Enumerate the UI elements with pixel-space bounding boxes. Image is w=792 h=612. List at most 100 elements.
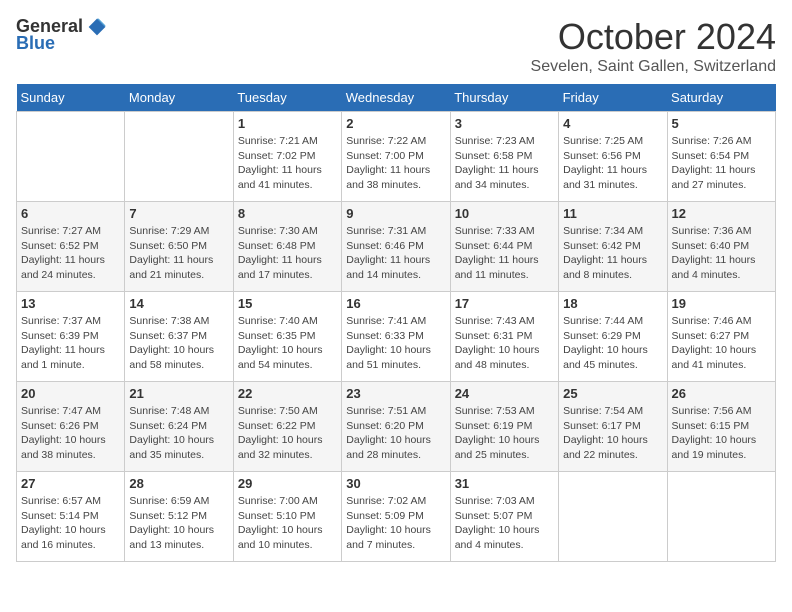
day-number: 13 — [21, 296, 120, 311]
day-info: Sunrise: 7:53 AMSunset: 6:19 PMDaylight:… — [455, 404, 554, 463]
day-info: Sunrise: 7:38 AMSunset: 6:37 PMDaylight:… — [129, 314, 228, 373]
day-info: Sunrise: 7:30 AMSunset: 6:48 PMDaylight:… — [238, 224, 337, 283]
calendar-cell: 25 Sunrise: 7:54 AMSunset: 6:17 PMDayligh… — [559, 382, 667, 472]
calendar-cell: 10 Sunrise: 7:33 AMSunset: 6:44 PMDayligh… — [450, 202, 558, 292]
calendar-header-wednesday: Wednesday — [342, 84, 450, 112]
day-info: Sunrise: 7:21 AMSunset: 7:02 PMDaylight:… — [238, 134, 337, 193]
day-info: Sunrise: 7:47 AMSunset: 6:26 PMDaylight:… — [21, 404, 120, 463]
calendar-cell: 17 Sunrise: 7:43 AMSunset: 6:31 PMDayligh… — [450, 292, 558, 382]
calendar-header-sunday: Sunday — [17, 84, 125, 112]
day-info: Sunrise: 7:29 AMSunset: 6:50 PMDaylight:… — [129, 224, 228, 283]
calendar-cell: 8 Sunrise: 7:30 AMSunset: 6:48 PMDaylight… — [233, 202, 341, 292]
day-info: Sunrise: 7:37 AMSunset: 6:39 PMDaylight:… — [21, 314, 120, 373]
calendar-cell: 1 Sunrise: 7:21 AMSunset: 7:02 PMDaylight… — [233, 112, 341, 202]
day-number: 28 — [129, 476, 228, 491]
day-info: Sunrise: 7:34 AMSunset: 6:42 PMDaylight:… — [563, 224, 662, 283]
calendar-week-4: 20 Sunrise: 7:47 AMSunset: 6:26 PMDayligh… — [17, 382, 776, 472]
day-info: Sunrise: 7:26 AMSunset: 6:54 PMDaylight:… — [672, 134, 771, 193]
calendar-cell: 22 Sunrise: 7:50 AMSunset: 6:22 PMDayligh… — [233, 382, 341, 472]
calendar-cell: 30Sunrise: 7:02 AMSunset: 5:09 PMDayligh… — [342, 472, 450, 562]
day-info: Sunrise: 7:23 AMSunset: 6:58 PMDaylight:… — [455, 134, 554, 193]
calendar-cell: 26 Sunrise: 7:56 AMSunset: 6:15 PMDayligh… — [667, 382, 775, 472]
day-number: 29 — [238, 476, 337, 491]
day-info: Sunrise: 7:27 AMSunset: 6:52 PMDaylight:… — [21, 224, 120, 283]
day-number: 1 — [238, 116, 337, 131]
day-info: Sunrise: 7:03 AMSunset: 5:07 PMDaylight:… — [455, 494, 554, 553]
day-number: 5 — [672, 116, 771, 131]
day-number: 30 — [346, 476, 445, 491]
day-number: 14 — [129, 296, 228, 311]
calendar-cell: 28 Sunrise: 6:59 AMSunset: 5:12 PMDayligh… — [125, 472, 233, 562]
title-section: October 2024 Sevelen, Saint Gallen, Swit… — [531, 16, 776, 76]
calendar-cell — [125, 112, 233, 202]
calendar-table: SundayMondayTuesdayWednesdayThursdayFrid… — [16, 84, 776, 562]
day-info: Sunrise: 7:33 AMSunset: 6:44 PMDaylight:… — [455, 224, 554, 283]
day-info: Sunrise: 7:31 AMSunset: 6:46 PMDaylight:… — [346, 224, 445, 283]
logo-icon — [87, 17, 107, 37]
calendar-header-monday: Monday — [125, 84, 233, 112]
calendar-cell: 5 Sunrise: 7:26 AMSunset: 6:54 PMDaylight… — [667, 112, 775, 202]
day-number: 11 — [563, 206, 662, 221]
calendar-cell: 11 Sunrise: 7:34 AMSunset: 6:42 PMDayligh… — [559, 202, 667, 292]
calendar-header-row: SundayMondayTuesdayWednesdayThursdayFrid… — [17, 84, 776, 112]
day-number: 27 — [21, 476, 120, 491]
day-number: 18 — [563, 296, 662, 311]
day-info: Sunrise: 7:22 AMSunset: 7:00 PMDaylight:… — [346, 134, 445, 193]
day-info: Sunrise: 7:43 AMSunset: 6:31 PMDaylight:… — [455, 314, 554, 373]
day-number: 6 — [21, 206, 120, 221]
day-info: Sunrise: 7:40 AMSunset: 6:35 PMDaylight:… — [238, 314, 337, 373]
calendar-week-3: 13 Sunrise: 7:37 AMSunset: 6:39 PMDayligh… — [17, 292, 776, 382]
day-info: Sunrise: 7:46 AMSunset: 6:27 PMDaylight:… — [672, 314, 771, 373]
calendar-cell: 4Sunrise: 7:25 AMSunset: 6:56 PMDaylight… — [559, 112, 667, 202]
day-number: 2 — [346, 116, 445, 131]
calendar-cell: 20 Sunrise: 7:47 AMSunset: 6:26 PMDayligh… — [17, 382, 125, 472]
day-number: 15 — [238, 296, 337, 311]
day-info: Sunrise: 7:36 AMSunset: 6:40 PMDaylight:… — [672, 224, 771, 283]
calendar-cell: 18Sunrise: 7:44 AMSunset: 6:29 PMDayligh… — [559, 292, 667, 382]
calendar-cell: 24 Sunrise: 7:53 AMSunset: 6:19 PMDayligh… — [450, 382, 558, 472]
day-info: Sunrise: 7:54 AMSunset: 6:17 PMDaylight:… — [563, 404, 662, 463]
day-info: Sunrise: 7:51 AMSunset: 6:20 PMDaylight:… — [346, 404, 445, 463]
calendar-cell — [17, 112, 125, 202]
calendar-cell: 9 Sunrise: 7:31 AMSunset: 6:46 PMDaylight… — [342, 202, 450, 292]
day-number: 24 — [455, 386, 554, 401]
day-number: 17 — [455, 296, 554, 311]
calendar-cell: 13 Sunrise: 7:37 AMSunset: 6:39 PMDayligh… — [17, 292, 125, 382]
day-number: 3 — [455, 116, 554, 131]
day-number: 25 — [563, 386, 662, 401]
day-number: 31 — [455, 476, 554, 491]
day-number: 9 — [346, 206, 445, 221]
calendar-cell: 12Sunrise: 7:36 AMSunset: 6:40 PMDayligh… — [667, 202, 775, 292]
calendar-cell: 31 Sunrise: 7:03 AMSunset: 5:07 PMDayligh… — [450, 472, 558, 562]
calendar-week-5: 27Sunrise: 6:57 AMSunset: 5:14 PMDayligh… — [17, 472, 776, 562]
day-info: Sunrise: 7:56 AMSunset: 6:15 PMDaylight:… — [672, 404, 771, 463]
day-number: 23 — [346, 386, 445, 401]
day-number: 10 — [455, 206, 554, 221]
calendar-cell — [559, 472, 667, 562]
day-number: 26 — [672, 386, 771, 401]
calendar-cell: 14 Sunrise: 7:38 AMSunset: 6:37 PMDayligh… — [125, 292, 233, 382]
day-info: Sunrise: 7:41 AMSunset: 6:33 PMDaylight:… — [346, 314, 445, 373]
calendar-week-2: 6 Sunrise: 7:27 AMSunset: 6:52 PMDaylight… — [17, 202, 776, 292]
day-number: 20 — [21, 386, 120, 401]
calendar-header-tuesday: Tuesday — [233, 84, 341, 112]
calendar-header-friday: Friday — [559, 84, 667, 112]
day-info: Sunrise: 7:50 AMSunset: 6:22 PMDaylight:… — [238, 404, 337, 463]
calendar-cell — [667, 472, 775, 562]
calendar-cell: 21Sunrise: 7:48 AMSunset: 6:24 PMDayligh… — [125, 382, 233, 472]
calendar-header-thursday: Thursday — [450, 84, 558, 112]
day-info: Sunrise: 6:59 AMSunset: 5:12 PMDaylight:… — [129, 494, 228, 553]
location-title: Sevelen, Saint Gallen, Switzerland — [531, 58, 776, 76]
calendar-cell: 3 Sunrise: 7:23 AMSunset: 6:58 PMDaylight… — [450, 112, 558, 202]
calendar-cell: 23 Sunrise: 7:51 AMSunset: 6:20 PMDayligh… — [342, 382, 450, 472]
day-number: 22 — [238, 386, 337, 401]
logo: General Blue — [16, 16, 107, 54]
calendar-cell: 7Sunrise: 7:29 AMSunset: 6:50 PMDaylight… — [125, 202, 233, 292]
calendar-cell: 19Sunrise: 7:46 AMSunset: 6:27 PMDayligh… — [667, 292, 775, 382]
month-title: October 2024 — [531, 16, 776, 58]
page-header: General Blue October 2024 Sevelen, Saint… — [16, 16, 776, 76]
calendar-cell: 29Sunrise: 7:00 AMSunset: 5:10 PMDayligh… — [233, 472, 341, 562]
calendar-cell: 16 Sunrise: 7:41 AMSunset: 6:33 PMDayligh… — [342, 292, 450, 382]
day-number: 16 — [346, 296, 445, 311]
day-number: 8 — [238, 206, 337, 221]
